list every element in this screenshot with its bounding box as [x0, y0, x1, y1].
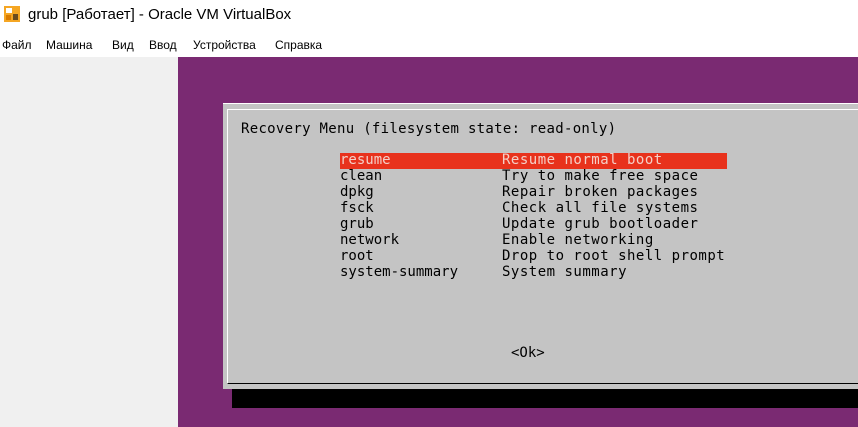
option-description: Repair broken packages — [502, 184, 699, 200]
menu-view[interactable]: Вид — [112, 38, 134, 52]
option-key: resume — [340, 152, 391, 168]
option-description: Update grub bootloader — [502, 216, 699, 232]
menu-option-system-summary[interactable]: system-summary System summary — [340, 264, 727, 281]
menu-machine[interactable]: Машина — [46, 38, 92, 52]
option-description: Enable networking — [502, 232, 654, 248]
menu-option-dpkg[interactable]: dpkg Repair broken packages — [340, 184, 727, 201]
option-key: system-summary — [340, 264, 459, 280]
option-key: network — [340, 232, 400, 248]
option-key: dpkg — [340, 184, 374, 200]
option-description: System summary — [502, 264, 628, 280]
option-description: Check all file systems — [502, 200, 699, 216]
window-title: grub [Работает] - Oracle VM VirtualBox — [28, 6, 292, 23]
menu-option-clean[interactable]: clean Try to make free space — [340, 168, 727, 185]
menu-option-root[interactable]: root Drop to root shell prompt — [340, 248, 727, 265]
menu-input[interactable]: Ввод — [149, 38, 177, 52]
menu-option-fsck[interactable]: fsck Check all file systems — [340, 200, 727, 217]
menu-option-resume[interactable]: resume Resume normal boot — [340, 152, 727, 169]
menu-file[interactable]: Файл — [2, 38, 32, 52]
virtualbox-app-icon — [4, 6, 20, 22]
menu-option-network[interactable]: network Enable networking — [340, 232, 727, 249]
title-bar[interactable]: grub [Работает] - Oracle VM VirtualBox — [0, 0, 858, 32]
ok-button[interactable]: <Ok> — [511, 345, 545, 361]
option-key: clean — [340, 168, 383, 184]
option-key: root — [340, 248, 374, 264]
option-key: fsck — [340, 200, 374, 216]
recovery-menu-title: Recovery Menu (filesystem state: read-on… — [241, 121, 617, 137]
window-background-area — [0, 57, 178, 427]
menu-option-grub[interactable]: grub Update grub bootloader — [340, 216, 727, 233]
virtualbox-window: grub [Работает] - Oracle VM VirtualBox Ф… — [0, 0, 858, 427]
dialog-shadow — [232, 388, 858, 408]
menu-bar: Файл Машина Вид Ввод Устройства Справка — [0, 34, 858, 56]
option-key: grub — [340, 216, 374, 232]
option-description: Try to make free space — [502, 168, 699, 184]
option-description: Resume normal boot — [502, 152, 663, 168]
menu-help[interactable]: Справка — [275, 38, 322, 52]
menu-devices[interactable]: Устройства — [193, 38, 256, 52]
option-description: Drop to root shell prompt — [502, 248, 726, 264]
